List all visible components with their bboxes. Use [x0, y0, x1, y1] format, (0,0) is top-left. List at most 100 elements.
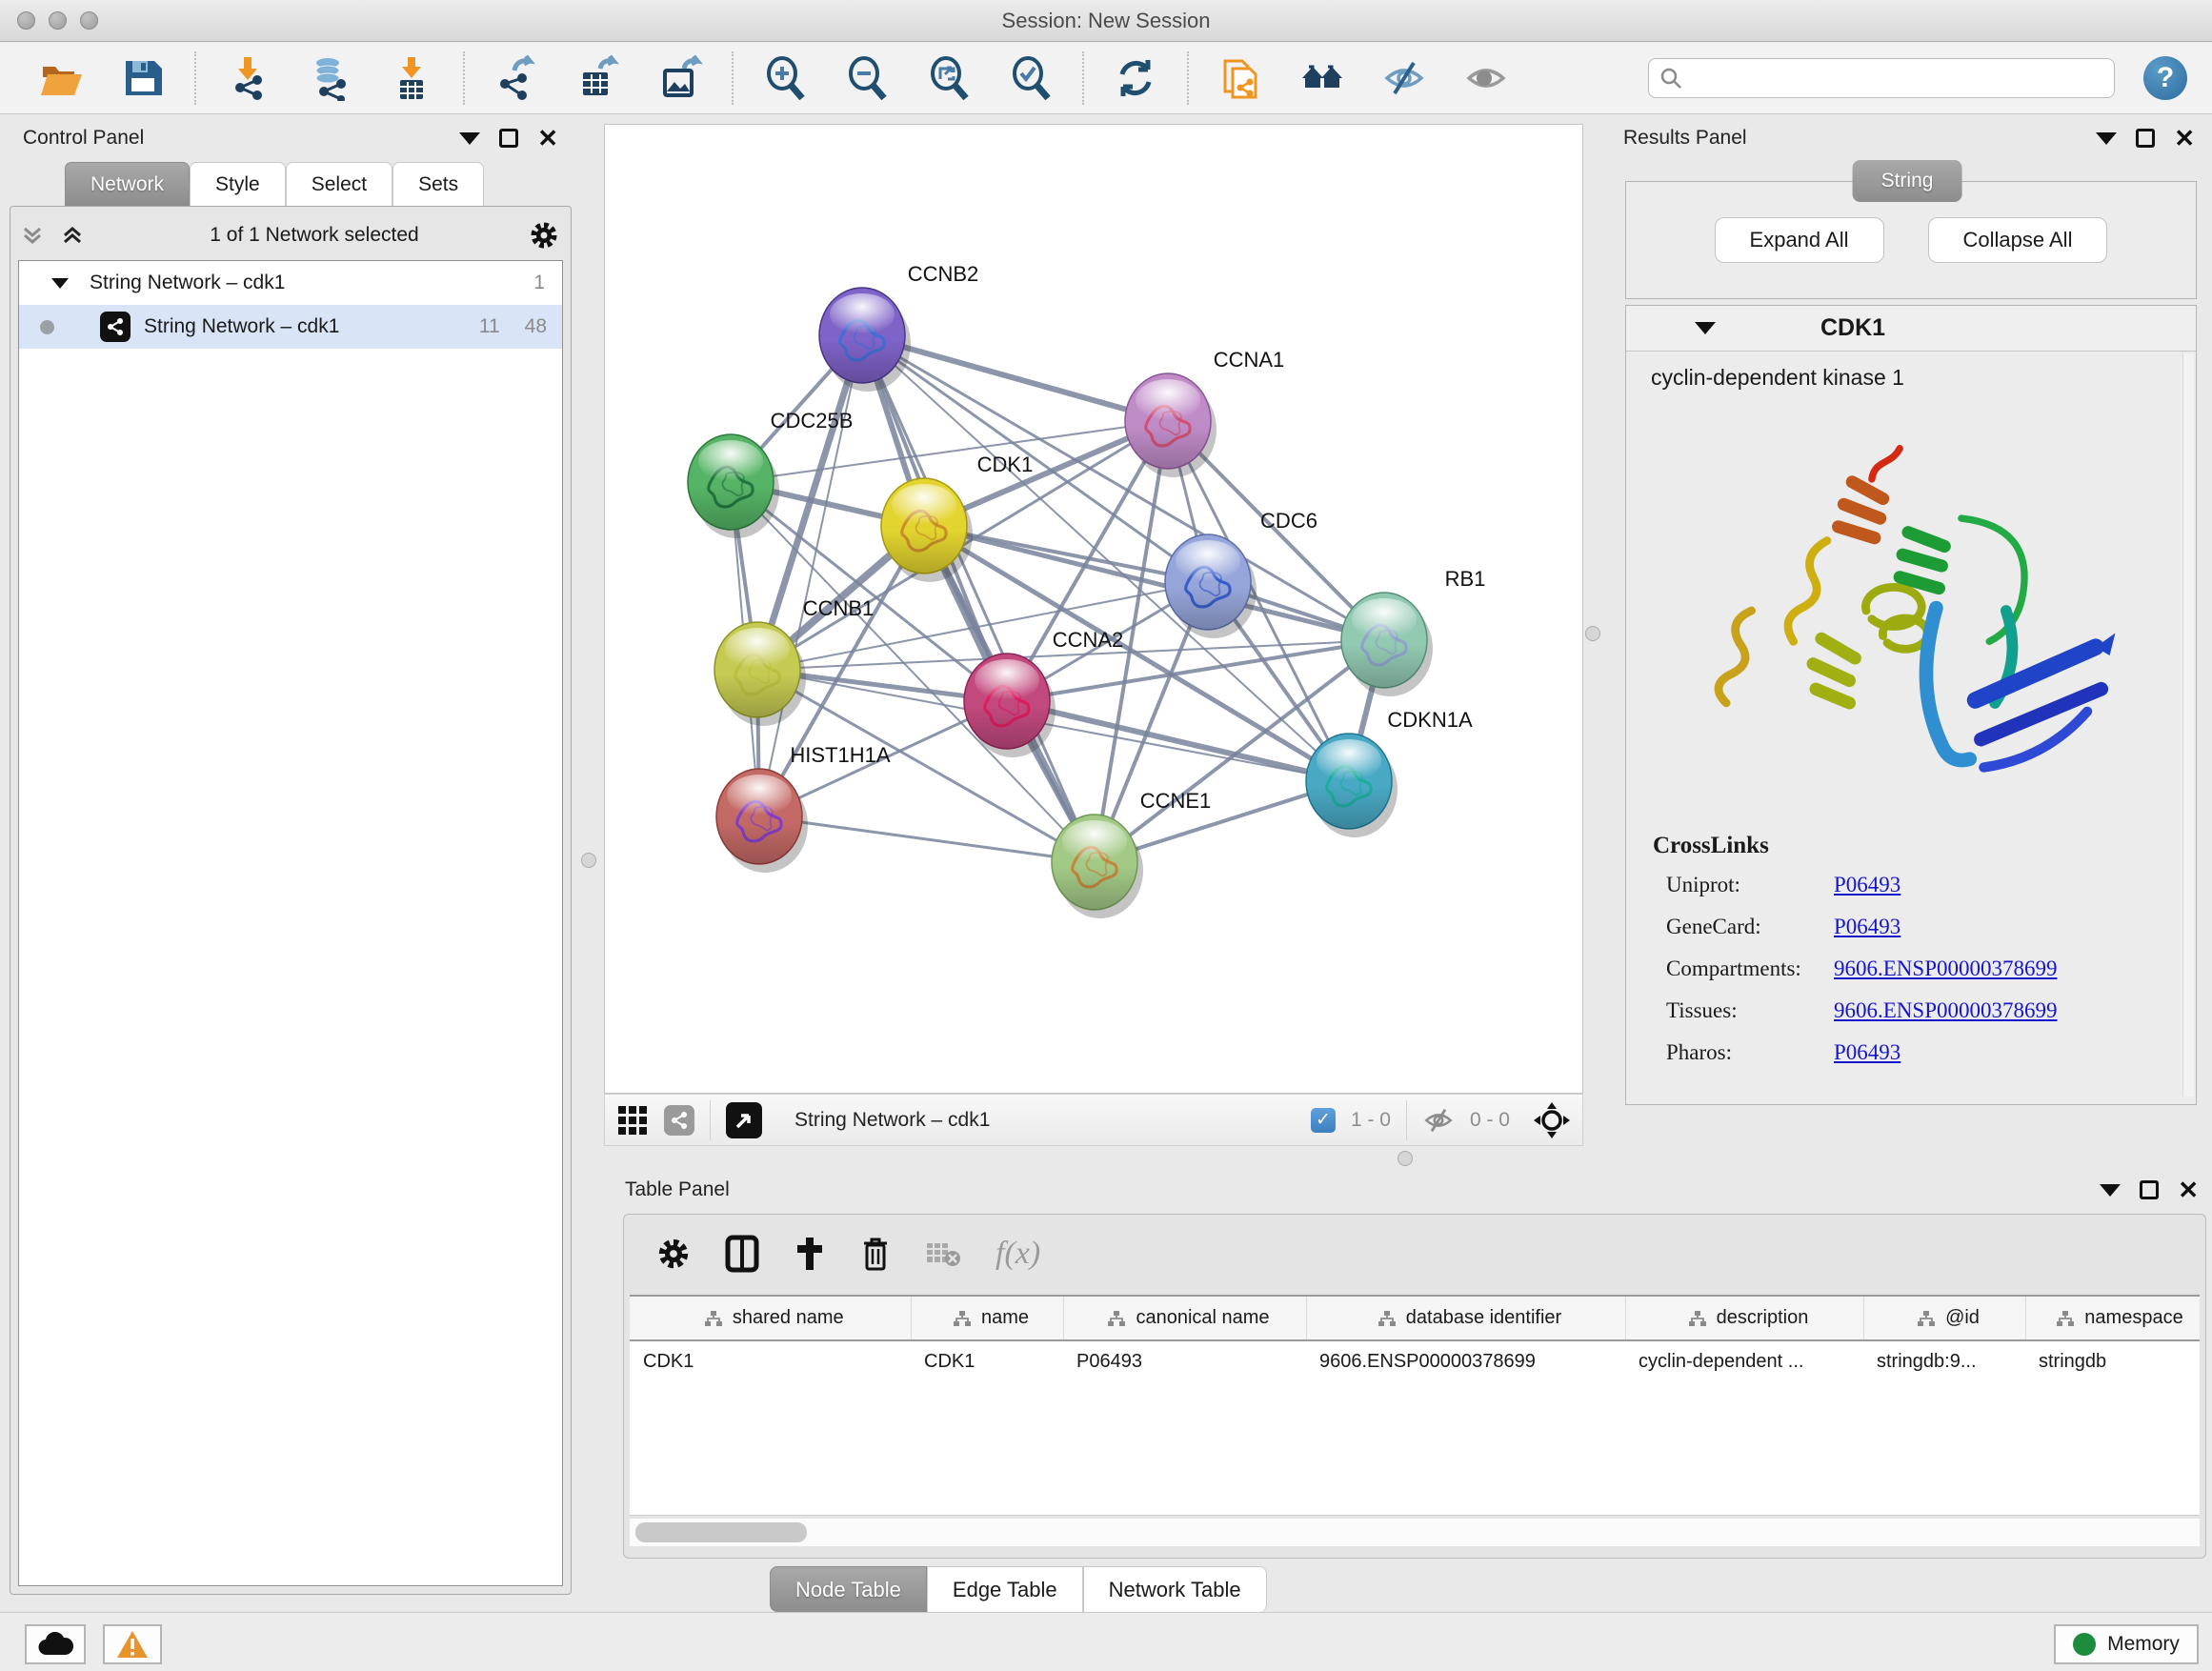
node-CCNE1[interactable]: CCNE1	[1052, 789, 1211, 918]
search-input[interactable]	[1683, 68, 2093, 90]
left-splitter-handle[interactable]	[581, 853, 596, 868]
panel-menu-icon[interactable]	[2096, 132, 2117, 145]
node-CDKN1A[interactable]: CDKN1A	[1306, 708, 1473, 837]
panel-menu-icon[interactable]	[2100, 1184, 2121, 1197]
zoom-selected-button[interactable]	[1006, 53, 1056, 103]
float-panel-icon[interactable]	[2140, 1180, 2159, 1199]
column-header--id[interactable]: @id	[1863, 1297, 2025, 1340]
network-edge-CCNA2-CDKN1A[interactable]	[1007, 701, 1349, 781]
close-panel-icon[interactable]: ✕	[2178, 1180, 2199, 1199]
table-cell[interactable]: cyclin-dependent ...	[1625, 1340, 1863, 1382]
tab-string[interactable]: String	[1853, 160, 1962, 202]
column-header-namespace[interactable]: namespace	[2025, 1297, 2200, 1340]
column-header-database-identifier[interactable]: database identifier	[1306, 1297, 1625, 1340]
function-builder-icon[interactable]: f(x)	[995, 1236, 1040, 1272]
center-view-crosshair-icon[interactable]	[1533, 1101, 1571, 1139]
tab-sets[interactable]: Sets	[392, 162, 484, 206]
birds-eye-view-icon[interactable]	[616, 1104, 649, 1137]
close-panel-icon[interactable]: ✕	[537, 129, 558, 148]
network-edge-CCNB2-CCNE1[interactable]	[862, 335, 1095, 862]
node-CDC25B[interactable]: CDC25B	[688, 409, 853, 538]
node-CCNA1[interactable]: CCNA1	[1125, 348, 1284, 477]
tab-edge-table[interactable]: Edge Table	[927, 1566, 1083, 1612]
network-canvas[interactable]: CCNB2CCNA1CDC25BCDK1CDC6RB1CCNB1CCNA2CDK…	[604, 124, 1583, 1094]
column-header-shared-name[interactable]: shared name	[630, 1297, 911, 1340]
crosslink-link[interactable]: P06493	[1834, 1040, 1900, 1065]
memory-button[interactable]: Memory	[2054, 1624, 2199, 1664]
maximize-window-button[interactable]	[80, 11, 98, 30]
warnings-button[interactable]	[103, 1624, 162, 1664]
network-collection-row[interactable]: String Network – cdk1 1	[19, 261, 562, 305]
gear-icon[interactable]	[529, 220, 559, 251]
table-cell[interactable]: CDK1	[911, 1340, 1063, 1382]
export-network-button[interactable]	[492, 53, 541, 103]
node-CCNB2[interactable]: CCNB2	[819, 262, 978, 392]
column-header-name[interactable]: name	[911, 1297, 1063, 1340]
expand-all-button[interactable]: Expand All	[1715, 217, 1884, 263]
table-row[interactable]: CDK1CDK1P064939606.ENSP00000378699cyclin…	[630, 1340, 2200, 1382]
right-splitter-handle[interactable]	[1585, 626, 1600, 641]
crosslink-link[interactable]: 9606.ENSP00000378699	[1834, 998, 2058, 1023]
selected-items-checkbox[interactable]: ✓	[1311, 1108, 1336, 1133]
network-row[interactable]: String Network – cdk1 11 48	[19, 305, 562, 349]
table-cell[interactable]: P06493	[1063, 1340, 1306, 1382]
help-button[interactable]: ?	[2143, 56, 2187, 100]
table-cell[interactable]: 9606.ENSP00000378699	[1306, 1340, 1625, 1382]
add-column-icon[interactable]	[794, 1236, 826, 1272]
delete-column-icon[interactable]	[860, 1236, 891, 1272]
save-session-button[interactable]	[118, 53, 168, 103]
bottom-splitter-handle[interactable]	[1398, 1151, 1413, 1166]
collapse-all-icon[interactable]	[20, 223, 45, 248]
crosslink-link[interactable]: P06493	[1834, 915, 1900, 939]
import-network-database-button[interactable]	[305, 53, 354, 103]
tab-network[interactable]: Network	[65, 162, 190, 206]
show-columns-icon[interactable]	[725, 1235, 759, 1273]
close-window-button[interactable]	[17, 11, 35, 30]
double-house-button[interactable]	[1297, 53, 1347, 103]
crosslink-link[interactable]: 9606.ENSP00000378699	[1834, 956, 2058, 981]
cloud-status-button[interactable]	[25, 1624, 86, 1664]
tab-node-table[interactable]: Node Table	[770, 1566, 927, 1612]
zoom-out-button[interactable]	[842, 53, 892, 103]
table-cell[interactable]: stringdb:9...	[1863, 1340, 2025, 1382]
tab-network-table[interactable]: Network Table	[1083, 1566, 1267, 1612]
float-panel-icon[interactable]	[2136, 129, 2155, 148]
results-scrollbar[interactable]	[2182, 353, 2194, 1097]
table-cell[interactable]: stringdb	[2025, 1340, 2200, 1382]
column-header-description[interactable]: description	[1625, 1297, 1863, 1340]
tab-style[interactable]: Style	[190, 162, 286, 206]
expand-all-icon[interactable]	[60, 223, 85, 248]
entry-collapse-icon[interactable]	[1695, 322, 1716, 334]
close-panel-icon[interactable]: ✕	[2174, 129, 2195, 148]
node-HIST1H1A[interactable]: HIST1H1A	[716, 743, 891, 873]
node-RB1[interactable]: RB1	[1341, 567, 1485, 696]
float-panel-icon[interactable]	[499, 129, 518, 148]
crosslink-link[interactable]: P06493	[1834, 873, 1900, 897]
table-cell[interactable]: CDK1	[630, 1340, 911, 1382]
collapse-all-button[interactable]: Collapse All	[1928, 217, 2108, 263]
minimize-window-button[interactable]	[49, 11, 67, 30]
column-header-canonical-name[interactable]: canonical name	[1063, 1297, 1306, 1340]
hidden-items-eye-icon[interactable]	[1422, 1106, 1455, 1135]
show-hidden-button[interactable]	[1461, 53, 1511, 103]
open-session-button[interactable]	[36, 53, 86, 103]
node-CCNB1[interactable]: CCNB1	[714, 596, 874, 726]
zoom-in-button[interactable]	[760, 53, 810, 103]
hide-selected-button[interactable]	[1379, 53, 1429, 103]
table-gear-icon[interactable]	[656, 1237, 691, 1271]
open-in-new-window-icon[interactable]	[726, 1102, 762, 1138]
copy-network-button[interactable]	[1216, 53, 1265, 103]
network-edge-HIST1H1A-CCNE1[interactable]	[759, 816, 1095, 862]
import-network-file-button[interactable]	[223, 53, 272, 103]
refresh-layout-button[interactable]	[1111, 53, 1160, 103]
panel-menu-icon[interactable]	[459, 132, 480, 145]
delete-table-icon[interactable]	[925, 1239, 961, 1268]
network-type-badge-icon[interactable]	[664, 1105, 694, 1136]
import-table-button[interactable]	[387, 53, 436, 103]
export-table-button[interactable]	[573, 53, 623, 103]
table-horizontal-scrollbar[interactable]	[630, 1518, 2200, 1546]
zoom-fit-button[interactable]	[924, 53, 974, 103]
tab-select[interactable]: Select	[286, 162, 392, 206]
export-image-button[interactable]	[655, 53, 705, 103]
collection-expand-icon[interactable]	[51, 278, 69, 289]
